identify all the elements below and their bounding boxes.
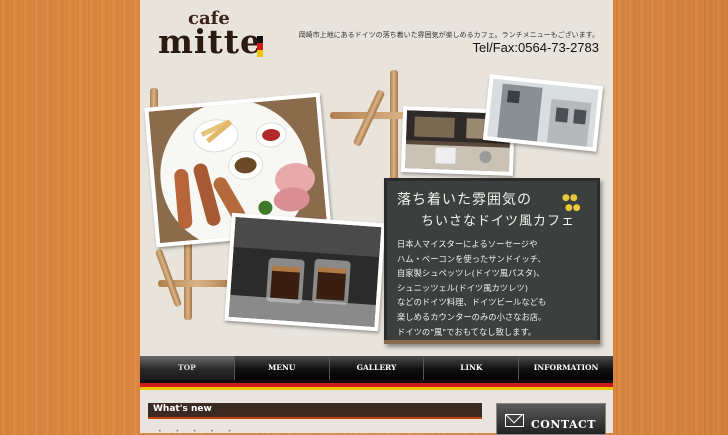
envelope-icon — [505, 414, 524, 427]
phone-number: Tel/Fax:0564-73-2783 — [472, 40, 599, 55]
chalkboard-ledge — [384, 340, 600, 344]
german-flag-stripe — [140, 380, 613, 390]
board-line: 楽しめるカウンターのみの小さなお店。 — [397, 311, 547, 322]
board-line: シュニッツェル(ドイツ風カツレツ) — [397, 282, 528, 293]
nav-information[interactable]: INFORMATION — [519, 356, 613, 380]
board-line: などのドイツ料理、ドイツビールなども — [397, 297, 547, 308]
wood-stick-decoration — [390, 70, 398, 180]
nav-menu[interactable]: MENU — [235, 356, 330, 380]
board-line: ハム・ベーコンを使ったサンドイッチ、 — [397, 253, 546, 264]
espresso-photo — [224, 212, 386, 332]
page: cafe mitte 岡崎市上地にあるドイツの落ち着いた雰囲気が楽しめるカフェ。… — [140, 0, 613, 435]
cafe-exterior-photo — [482, 74, 604, 152]
board-line: ドイツの"風"でおもてなし致します。 — [397, 326, 537, 337]
logo-name-text[interactable]: mitte — [158, 22, 262, 61]
main-nav: TOP MENU GALLERY LINK INFORMATION — [140, 356, 613, 380]
wood-stick-decoration — [154, 248, 183, 308]
whats-new-header: What's new — [148, 403, 482, 419]
nav-gallery[interactable]: GALLERY — [330, 356, 425, 380]
board-line: 自家製シュペッツレ(ドイツ風パスタ)、 — [397, 268, 545, 279]
board-description: 日本人マイスターによるソーセージや ハム・ベーコンを使ったサンドイッチ、 自家製… — [397, 237, 591, 339]
german-flag-icon — [257, 36, 263, 57]
board-title-line1: 落ち着いた雰囲気の — [397, 192, 532, 208]
header-area: cafe mitte 岡崎市上地にあるドイツの落ち着いた雰囲気が楽しめるカフェ。… — [140, 0, 613, 356]
nav-link[interactable]: LINK — [424, 356, 520, 380]
contact-button[interactable]: CONTACT — [496, 403, 606, 435]
tagline: 岡崎市上地にあるドイツの落ち着いた雰囲気が楽しめるカフェ。ランチメニューもござい… — [298, 31, 599, 39]
board-line: 日本人マイスターによるソーセージや — [397, 239, 538, 249]
chalkboard-intro: 落ち着いた雰囲気の ちいさなドイツ風カフェ ●● ●● 日本人マイスターによるソ… — [384, 178, 600, 344]
contact-label: CONTACT — [531, 418, 596, 431]
chalk-dots-decoration: ●● ●● — [562, 193, 581, 213]
news-list-preview: • • • • • — [158, 428, 238, 435]
board-title-line2: ちいさなドイツ風カフェ — [421, 214, 576, 229]
whats-new-title: What's new — [153, 404, 212, 414]
nav-top[interactable]: TOP — [140, 356, 235, 380]
